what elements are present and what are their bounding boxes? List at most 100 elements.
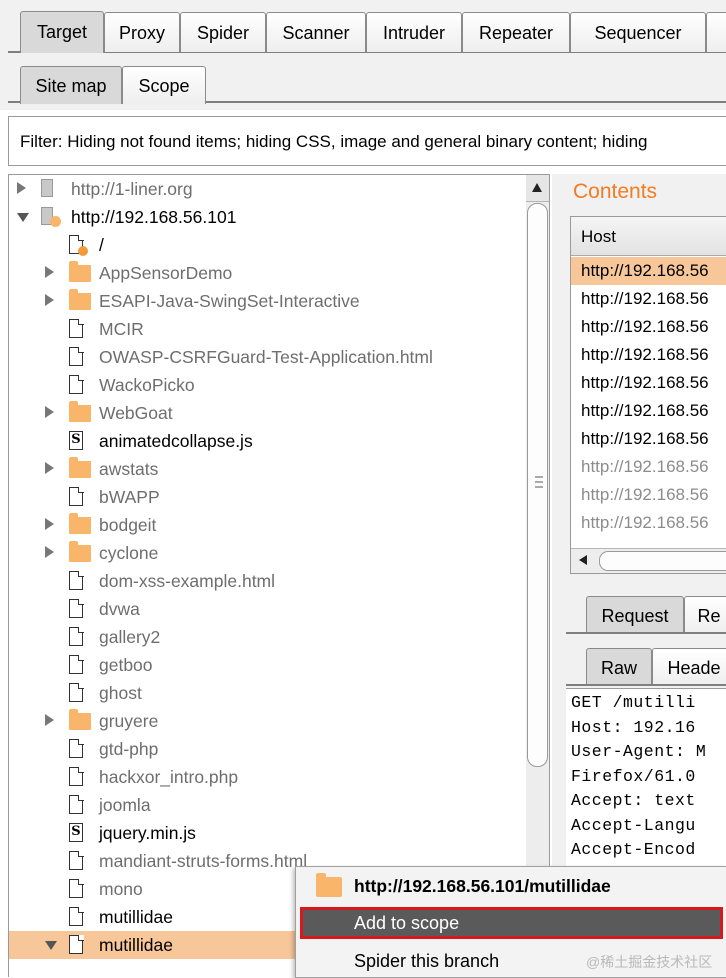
tree-node[interactable]: Sanimatedcollapse.js	[9, 427, 527, 455]
expand-right-icon[interactable]	[45, 518, 54, 530]
tree-node[interactable]: http://1-liner.org	[9, 175, 527, 203]
tree-node-label: gallery2	[99, 627, 161, 647]
tree-node-label: mandiant-struts-forms.html	[99, 851, 308, 871]
tab-raw[interactable]: Raw	[586, 648, 652, 686]
request-line: User-Agent: M	[571, 742, 707, 761]
tree-node-label: ESAPI-Java-SwingSet-Interactive	[99, 291, 360, 311]
tree-node-label: gtd-php	[99, 739, 159, 759]
contents-title: Contents	[573, 180, 658, 203]
tree-node[interactable]: getboo	[9, 651, 527, 679]
column-header-host[interactable]: Host	[571, 217, 726, 256]
expand-down-icon[interactable]	[45, 941, 57, 950]
tab-headers[interactable]: Heade	[652, 648, 726, 686]
expand-right-icon[interactable]	[17, 182, 26, 194]
contents-row[interactable]: http://192.168.56	[571, 313, 726, 341]
tree-node[interactable]: gallery2	[9, 623, 527, 651]
tree-node[interactable]: ghost	[9, 679, 527, 707]
h-scroll-thumb[interactable]	[599, 551, 726, 571]
tree-node[interactable]: bodgeit	[9, 511, 527, 539]
file-icon	[69, 682, 84, 702]
folder-icon	[69, 709, 91, 730]
tree-node-label: cyclone	[99, 543, 159, 563]
contents-row[interactable]: http://192.168.56	[571, 397, 726, 425]
tree-node[interactable]: ESAPI-Java-SwingSet-Interactive	[9, 287, 527, 315]
file-icon	[69, 626, 84, 646]
expand-right-icon[interactable]	[45, 266, 54, 278]
tab-scanner[interactable]: Scanner	[266, 12, 366, 52]
tab-site-map[interactable]: Site map	[20, 66, 122, 104]
tree-node-label: bWAPP	[99, 487, 160, 507]
tree-node-label: gruyere	[99, 711, 159, 731]
filter-bar[interactable]: Filter: Hiding not found items; hiding C…	[8, 116, 726, 166]
tree-node[interactable]: bWAPP	[9, 483, 527, 511]
tab-spider[interactable]: Spider	[180, 12, 266, 52]
tab-more[interactable]	[706, 12, 726, 52]
tree-node[interactable]: cyclone	[9, 539, 527, 567]
tree-node-label: mono	[99, 879, 143, 899]
grip-line	[535, 476, 543, 478]
tree-node[interactable]: /	[9, 231, 527, 259]
tree-node[interactable]: AppSensorDemo	[9, 259, 527, 287]
expand-right-icon[interactable]	[45, 714, 54, 726]
file-icon	[69, 598, 84, 618]
contents-row[interactable]: http://192.168.56	[571, 453, 726, 481]
tree-node-label: joomla	[99, 795, 151, 815]
tree-node[interactable]: hackxor_intro.php	[9, 763, 527, 791]
tree-node[interactable]: Sjquery.min.js	[9, 819, 527, 847]
expand-down-icon[interactable]	[17, 213, 29, 222]
file-icon	[69, 850, 84, 870]
tab-scope[interactable]: Scope	[122, 66, 206, 104]
contents-row[interactable]: http://192.168.56	[571, 341, 726, 369]
expand-right-icon[interactable]	[45, 294, 54, 306]
tree-node[interactable]: WackoPicko	[9, 371, 527, 399]
tree-node-label: ghost	[99, 683, 142, 703]
tree-node[interactable]: dvwa	[9, 595, 527, 623]
tree-node[interactable]: gtd-php	[9, 735, 527, 763]
tree-node-label: jquery.min.js	[99, 823, 196, 843]
contents-h-scrollbar[interactable]	[571, 548, 726, 573]
tab-response[interactable]: Re	[684, 596, 726, 634]
contents-row[interactable]: http://192.168.56	[571, 425, 726, 453]
folder-icon	[69, 289, 91, 310]
host-icon	[41, 179, 53, 197]
tree-node-label: WackoPicko	[99, 375, 195, 395]
menu-item-label: Add to scope	[354, 913, 460, 933]
expand-right-icon[interactable]	[45, 546, 54, 558]
tree-node[interactable]: OWASP-CSRFGuard-Test-Application.html	[9, 343, 527, 371]
contents-table[interactable]: Host http://192.168.56 http://192.168.56 h…	[570, 216, 726, 574]
scroll-left-icon[interactable]	[579, 555, 587, 565]
tree-node[interactable]: MCIR	[9, 315, 527, 343]
contents-row[interactable]: http://192.168.56	[571, 369, 726, 397]
file-icon	[69, 906, 84, 926]
contents-row[interactable]: http://192.168.56	[571, 285, 726, 313]
tab-sequencer[interactable]: Sequencer	[570, 12, 706, 52]
file-icon	[69, 346, 84, 366]
scroll-thumb[interactable]	[527, 203, 548, 767]
tree-node-label: animatedcollapse.js	[99, 431, 253, 451]
tree-node[interactable]: joomla	[9, 791, 527, 819]
tree-scrollbar[interactable]	[526, 174, 550, 976]
tree-node[interactable]: dom-xss-example.html	[9, 567, 527, 595]
contents-row[interactable]: http://192.168.56	[571, 481, 726, 509]
view-tab-baseline	[566, 684, 726, 686]
expand-right-icon[interactable]	[45, 406, 54, 418]
tree-node[interactable]: http://192.168.56.101	[9, 203, 527, 231]
tree-node[interactable]: WebGoat	[9, 399, 527, 427]
tree-node[interactable]: gruyere	[9, 707, 527, 735]
tab-repeater[interactable]: Repeater	[462, 12, 570, 52]
scroll-up-icon[interactable]	[526, 175, 549, 202]
contents-row[interactable]: http://192.168.56	[571, 257, 726, 285]
site-map-tree[interactable]: http://1-liner.org http://192.168.56.101 /…	[8, 174, 528, 977]
tree-node-label: dom-xss-example.html	[99, 571, 276, 591]
tab-intruder[interactable]: Intruder	[366, 12, 462, 52]
tab-target[interactable]: Target	[20, 11, 104, 53]
request-line: Accept: text	[571, 791, 696, 810]
tab-request[interactable]: Request	[586, 596, 684, 634]
menu-item-add-to-scope[interactable]: Add to scope	[300, 907, 723, 939]
context-menu-header: http://192.168.56.101/mutillidae	[296, 867, 726, 905]
tab-proxy[interactable]: Proxy	[104, 12, 180, 52]
tree-node-label: bodgeit	[99, 515, 157, 535]
tree-node[interactable]: awstats	[9, 455, 527, 483]
expand-right-icon[interactable]	[45, 462, 54, 474]
contents-row[interactable]: http://192.168.56	[571, 509, 726, 537]
